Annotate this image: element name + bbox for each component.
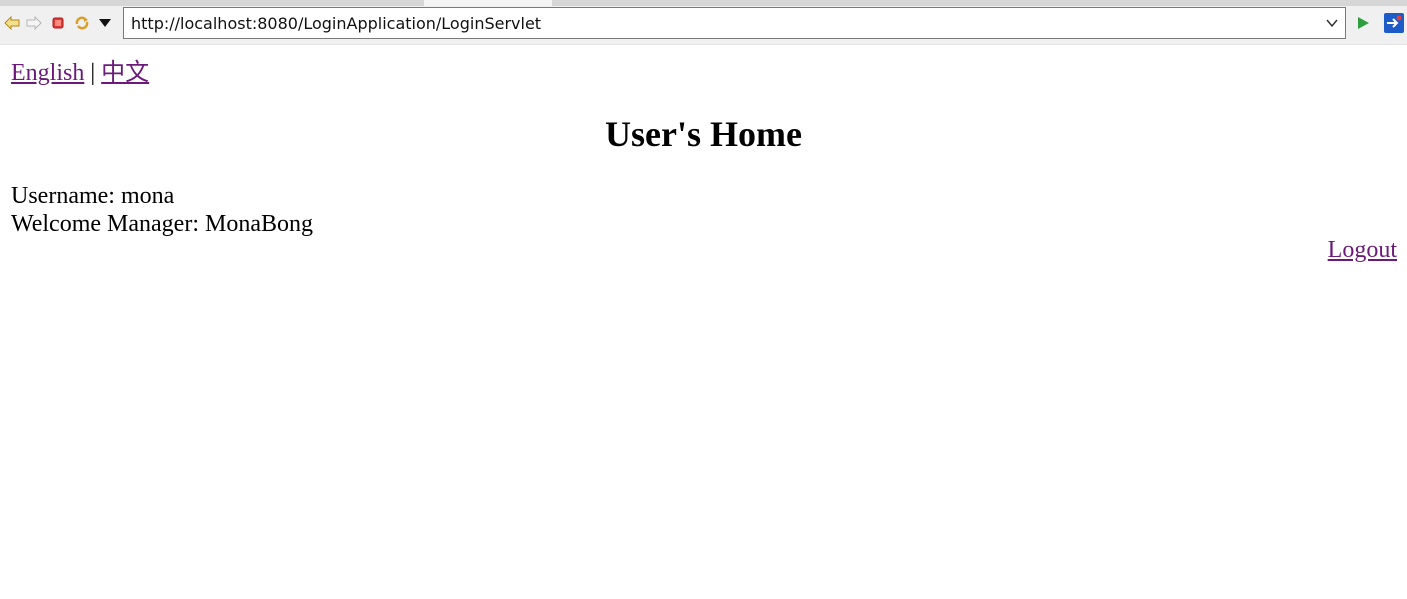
page-content: English | 中文 User's Home Username: mona …: [0, 45, 1407, 599]
language-switcher: English | 中文: [11, 52, 149, 87]
browser-toolbar: http://localhost:8080/LoginApplication/L…: [0, 0, 1407, 45]
go-icon[interactable]: [1354, 14, 1372, 32]
forward-icon[interactable]: [25, 14, 43, 32]
back-icon[interactable]: [3, 14, 21, 32]
active-tab[interactable]: [424, 0, 552, 6]
url-text[interactable]: http://localhost:8080/LoginApplication/L…: [131, 14, 541, 33]
tab-strip: [0, 0, 1407, 6]
english-link[interactable]: English: [11, 60, 84, 86]
stop-icon[interactable]: [49, 14, 67, 32]
refresh-icon[interactable]: [73, 14, 91, 32]
welcome-line: Welcome Manager: MonaBong: [11, 211, 313, 237]
logout-link[interactable]: Logout: [1328, 237, 1397, 264]
chinese-link[interactable]: 中文: [101, 60, 149, 86]
username-line: Username: mona: [11, 183, 175, 209]
language-separator: |: [90, 60, 96, 86]
external-browser-icon[interactable]: [1384, 13, 1404, 33]
page-title: User's Home: [605, 114, 802, 154]
url-bar[interactable]: http://localhost:8080/LoginApplication/L…: [123, 7, 1346, 39]
user-info: Username: mona Welcome Manager: MonaBong: [11, 182, 313, 238]
chevron-down-icon[interactable]: [1325, 16, 1339, 30]
menu-dropdown-icon[interactable]: [96, 14, 114, 32]
